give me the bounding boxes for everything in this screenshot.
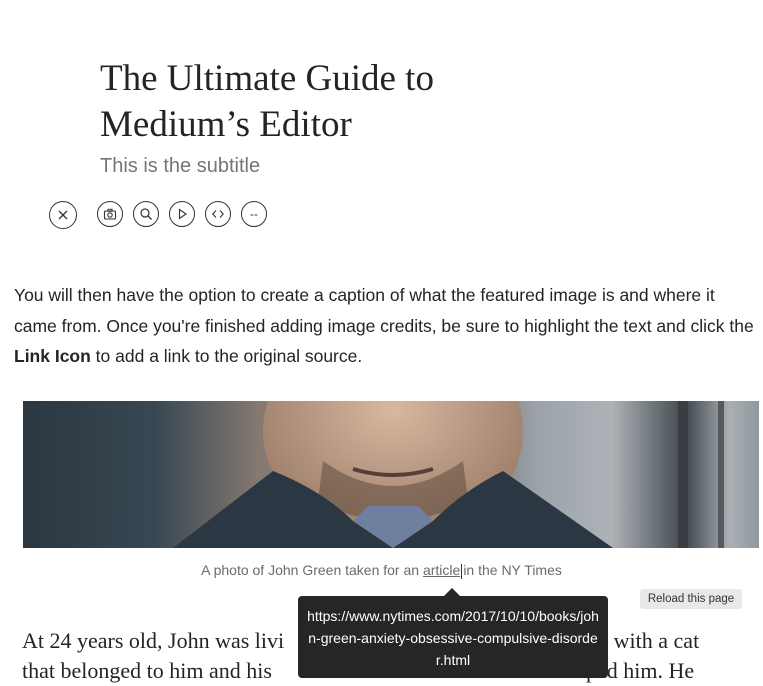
- tooltip-url[interactable]: https://www.nytimes.com/2017/10/10/books…: [307, 608, 599, 668]
- search-icon: [140, 208, 152, 220]
- link-url-tooltip: https://www.nytimes.com/2017/10/10/books…: [298, 596, 608, 678]
- post-title[interactable]: The Ultimate Guide to Medium’s Editor: [100, 56, 620, 148]
- add-divider-button[interactable]: --: [241, 201, 267, 227]
- featured-image[interactable]: [23, 401, 759, 548]
- reload-page-button[interactable]: Reload this page: [640, 589, 742, 609]
- close-icon: [58, 210, 68, 220]
- post-title-line-1: The Ultimate Guide to: [100, 58, 434, 99]
- close-toolbar-button[interactable]: [49, 201, 77, 229]
- search-unsplash-button[interactable]: [133, 201, 159, 227]
- caption-text-after: in the NY Times: [463, 562, 562, 578]
- add-embed-button[interactable]: [205, 201, 231, 227]
- code-icon: [212, 210, 224, 218]
- paragraph-text-2: to add a link to the original source.: [90, 346, 363, 366]
- caption-text-before: A photo of John Green taken for an: [201, 562, 423, 578]
- caption-link[interactable]: article: [423, 562, 460, 578]
- body-paragraph[interactable]: You will then have the option to create …: [14, 280, 754, 372]
- tooltip-arrow: [444, 588, 460, 596]
- paragraph-text-1: You will then have the option to create …: [14, 285, 754, 336]
- story-line-2-start: that belonged to him and his: [22, 658, 272, 683]
- divider-icon: --: [250, 207, 258, 221]
- link-icon-mention: Link Icon: [14, 346, 91, 366]
- post-subtitle[interactable]: This is the subtitle: [100, 155, 260, 178]
- camera-icon: [103, 208, 117, 220]
- play-icon: [178, 208, 187, 220]
- image-caption[interactable]: A photo of John Green taken for an artic…: [0, 562, 763, 579]
- post-title-line-2: Medium’s Editor: [100, 104, 352, 145]
- add-video-button[interactable]: [169, 201, 195, 227]
- add-image-button[interactable]: [97, 201, 123, 227]
- story-line-1-start: At 24 years old, John was livi: [22, 628, 285, 653]
- portrait-photo: [23, 401, 759, 548]
